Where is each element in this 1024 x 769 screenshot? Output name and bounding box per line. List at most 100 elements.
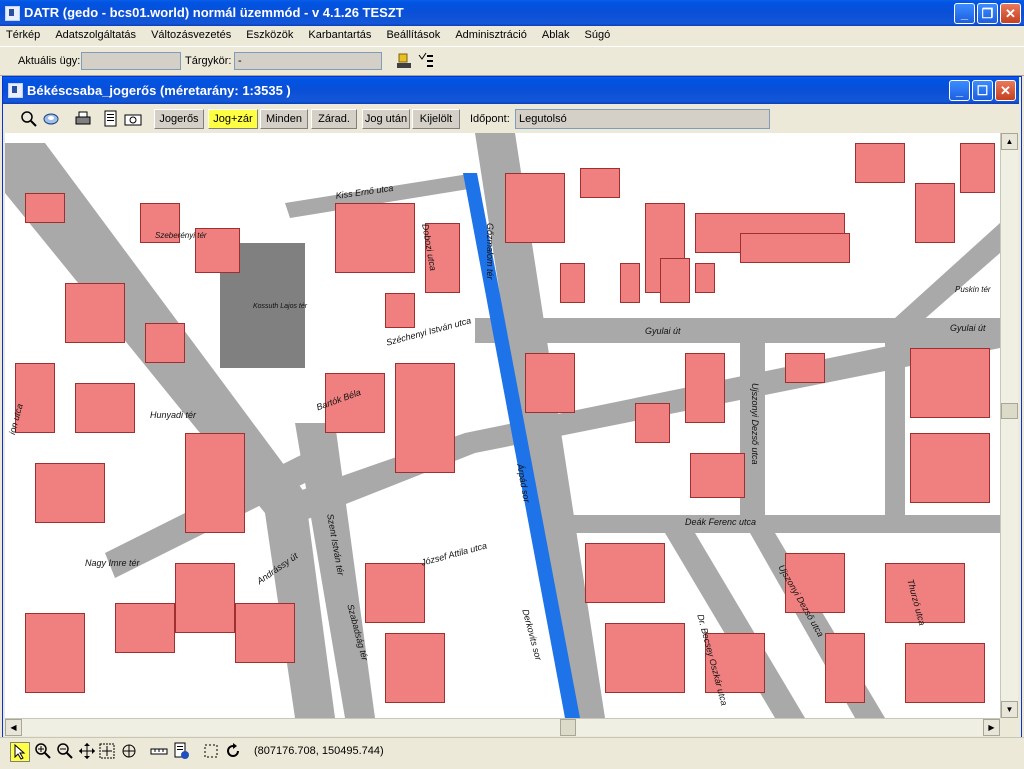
label-szeberenyi-ter: Szeberényi tér bbox=[155, 231, 207, 240]
building bbox=[635, 403, 670, 443]
main-toolbar: Aktuális ügy: Tárgykör: - bbox=[0, 46, 1024, 76]
building bbox=[385, 293, 415, 328]
pan-icon[interactable] bbox=[78, 742, 96, 760]
refresh-icon[interactable] bbox=[224, 742, 242, 760]
building bbox=[960, 143, 995, 193]
subject-label: Tárgykör: bbox=[185, 55, 232, 67]
app-title: DATR (gedo - bcs01.world) normál üzemmód… bbox=[24, 5, 404, 20]
menu-ablak[interactable]: Ablak bbox=[538, 26, 574, 44]
scroll-up-button[interactable]: ▲ bbox=[1001, 133, 1018, 150]
zoom-out-icon[interactable] bbox=[56, 742, 74, 760]
building bbox=[580, 168, 620, 198]
app-icon bbox=[5, 6, 20, 21]
checklist-icon[interactable] bbox=[417, 52, 435, 70]
status-bar: (807176.708, 150495.744) bbox=[0, 737, 1024, 769]
building bbox=[910, 348, 990, 418]
menu-terkep[interactable]: Térkép bbox=[2, 26, 44, 44]
time-label: Időpont: bbox=[470, 113, 510, 125]
building bbox=[905, 643, 985, 703]
map-window-title: Békéscsaba_jogerős (méretarány: 1:3535 ) bbox=[27, 83, 291, 98]
menu-karbantartas[interactable]: Karbantartás bbox=[304, 26, 375, 44]
filter-jog-zar[interactable]: Jog+zár bbox=[208, 109, 258, 129]
building bbox=[65, 283, 125, 343]
pointer-icon[interactable] bbox=[10, 742, 30, 762]
map-close-button[interactable]: ✕ bbox=[995, 80, 1016, 101]
ruler-icon[interactable] bbox=[150, 742, 168, 760]
filter-zarad[interactable]: Zárad. bbox=[311, 109, 357, 129]
label-kossuth-lajos-ter: Kossuth Lajos tér bbox=[253, 303, 308, 310]
building bbox=[855, 143, 905, 183]
building bbox=[660, 258, 690, 303]
search-icon[interactable] bbox=[20, 110, 38, 128]
select-area-icon[interactable] bbox=[202, 742, 220, 760]
camera-icon[interactable] bbox=[124, 110, 142, 128]
building bbox=[115, 603, 175, 653]
building bbox=[235, 603, 295, 663]
layers-icon[interactable] bbox=[42, 110, 60, 128]
scroll-down-button[interactable]: ▼ bbox=[1001, 701, 1018, 718]
print-icon[interactable] bbox=[74, 110, 92, 128]
restore-button[interactable]: ❐ bbox=[977, 3, 998, 24]
vertical-scrollbar[interactable]: ▲ ▼ bbox=[1000, 133, 1018, 718]
horizontal-scroll-thumb[interactable] bbox=[560, 719, 576, 736]
vertical-scroll-thumb[interactable] bbox=[1001, 403, 1018, 419]
building bbox=[685, 353, 725, 423]
label-uszonyi-1: Ujszonyi Dezső utca bbox=[750, 383, 760, 465]
case-field[interactable] bbox=[81, 52, 181, 70]
building bbox=[25, 613, 85, 693]
document-icon[interactable] bbox=[102, 110, 120, 128]
time-field[interactable]: Legutolsó bbox=[515, 109, 770, 129]
building bbox=[385, 633, 445, 703]
filter-jog-utan[interactable]: Jog után bbox=[362, 109, 410, 129]
map-maximize-button[interactable]: ☐ bbox=[972, 80, 993, 101]
scroll-right-button[interactable]: ▶ bbox=[983, 719, 1000, 736]
building bbox=[335, 203, 415, 273]
filter-jogeros[interactable]: Jogerős bbox=[154, 109, 204, 129]
menu-valtozasvezetes[interactable]: Változásvezetés bbox=[147, 26, 235, 44]
filter-minden[interactable]: Minden bbox=[260, 109, 308, 129]
menu-adatszolgaltatas[interactable]: Adatszolgáltatás bbox=[51, 26, 140, 44]
building bbox=[825, 633, 865, 703]
zoom-extent-icon[interactable] bbox=[98, 742, 116, 760]
building bbox=[885, 563, 965, 623]
building bbox=[605, 623, 685, 693]
map-minimize-button[interactable]: _ bbox=[949, 80, 970, 101]
label-puskin-ter: Puskin tér bbox=[955, 285, 991, 294]
street-deak bbox=[550, 515, 1000, 533]
building bbox=[525, 353, 575, 413]
building bbox=[25, 193, 65, 223]
map-canvas[interactable]: Gyulai út Gyulai út Deák Ferenc utca Árp… bbox=[5, 133, 1000, 718]
refresh-view-icon[interactable] bbox=[120, 742, 138, 760]
filter-kijelolt[interactable]: Kijelölt bbox=[412, 109, 460, 129]
subject-field[interactable]: - bbox=[234, 52, 382, 70]
building bbox=[740, 233, 850, 263]
building bbox=[915, 183, 955, 243]
building bbox=[75, 383, 135, 433]
menu-beallitasok[interactable]: Beállítások bbox=[382, 26, 444, 44]
label-gyulai-ut-1: Gyulai út bbox=[645, 326, 681, 336]
building bbox=[365, 563, 425, 623]
case-label: Aktuális ügy: bbox=[18, 55, 81, 67]
building bbox=[910, 433, 990, 503]
scroll-left-button[interactable]: ◀ bbox=[5, 719, 22, 736]
building bbox=[175, 563, 235, 633]
building bbox=[695, 263, 715, 293]
info-document-icon[interactable] bbox=[172, 742, 190, 760]
menu-eszkozok[interactable]: Eszközök bbox=[242, 26, 297, 44]
menu-adminisztracio[interactable]: Adminisztráció bbox=[451, 26, 531, 44]
horizontal-scrollbar[interactable]: ◀ ▶ bbox=[5, 718, 1000, 736]
map-window-titlebar: Békéscsaba_jogerős (méretarány: 1:3535 )… bbox=[3, 77, 1019, 104]
menu-sugo[interactable]: Súgó bbox=[581, 26, 615, 44]
user-stamp-icon[interactable] bbox=[395, 52, 413, 70]
building bbox=[585, 543, 665, 603]
building bbox=[185, 433, 245, 533]
label-deak-ferenc-utca: Deák Ferenc utca bbox=[685, 517, 757, 527]
building bbox=[15, 363, 55, 433]
building bbox=[395, 363, 455, 473]
building bbox=[505, 173, 565, 243]
zoom-in-icon[interactable] bbox=[34, 742, 52, 760]
building bbox=[145, 323, 185, 363]
building bbox=[690, 453, 745, 498]
close-button[interactable]: ✕ bbox=[1000, 3, 1021, 24]
minimize-button[interactable]: _ bbox=[954, 3, 975, 24]
